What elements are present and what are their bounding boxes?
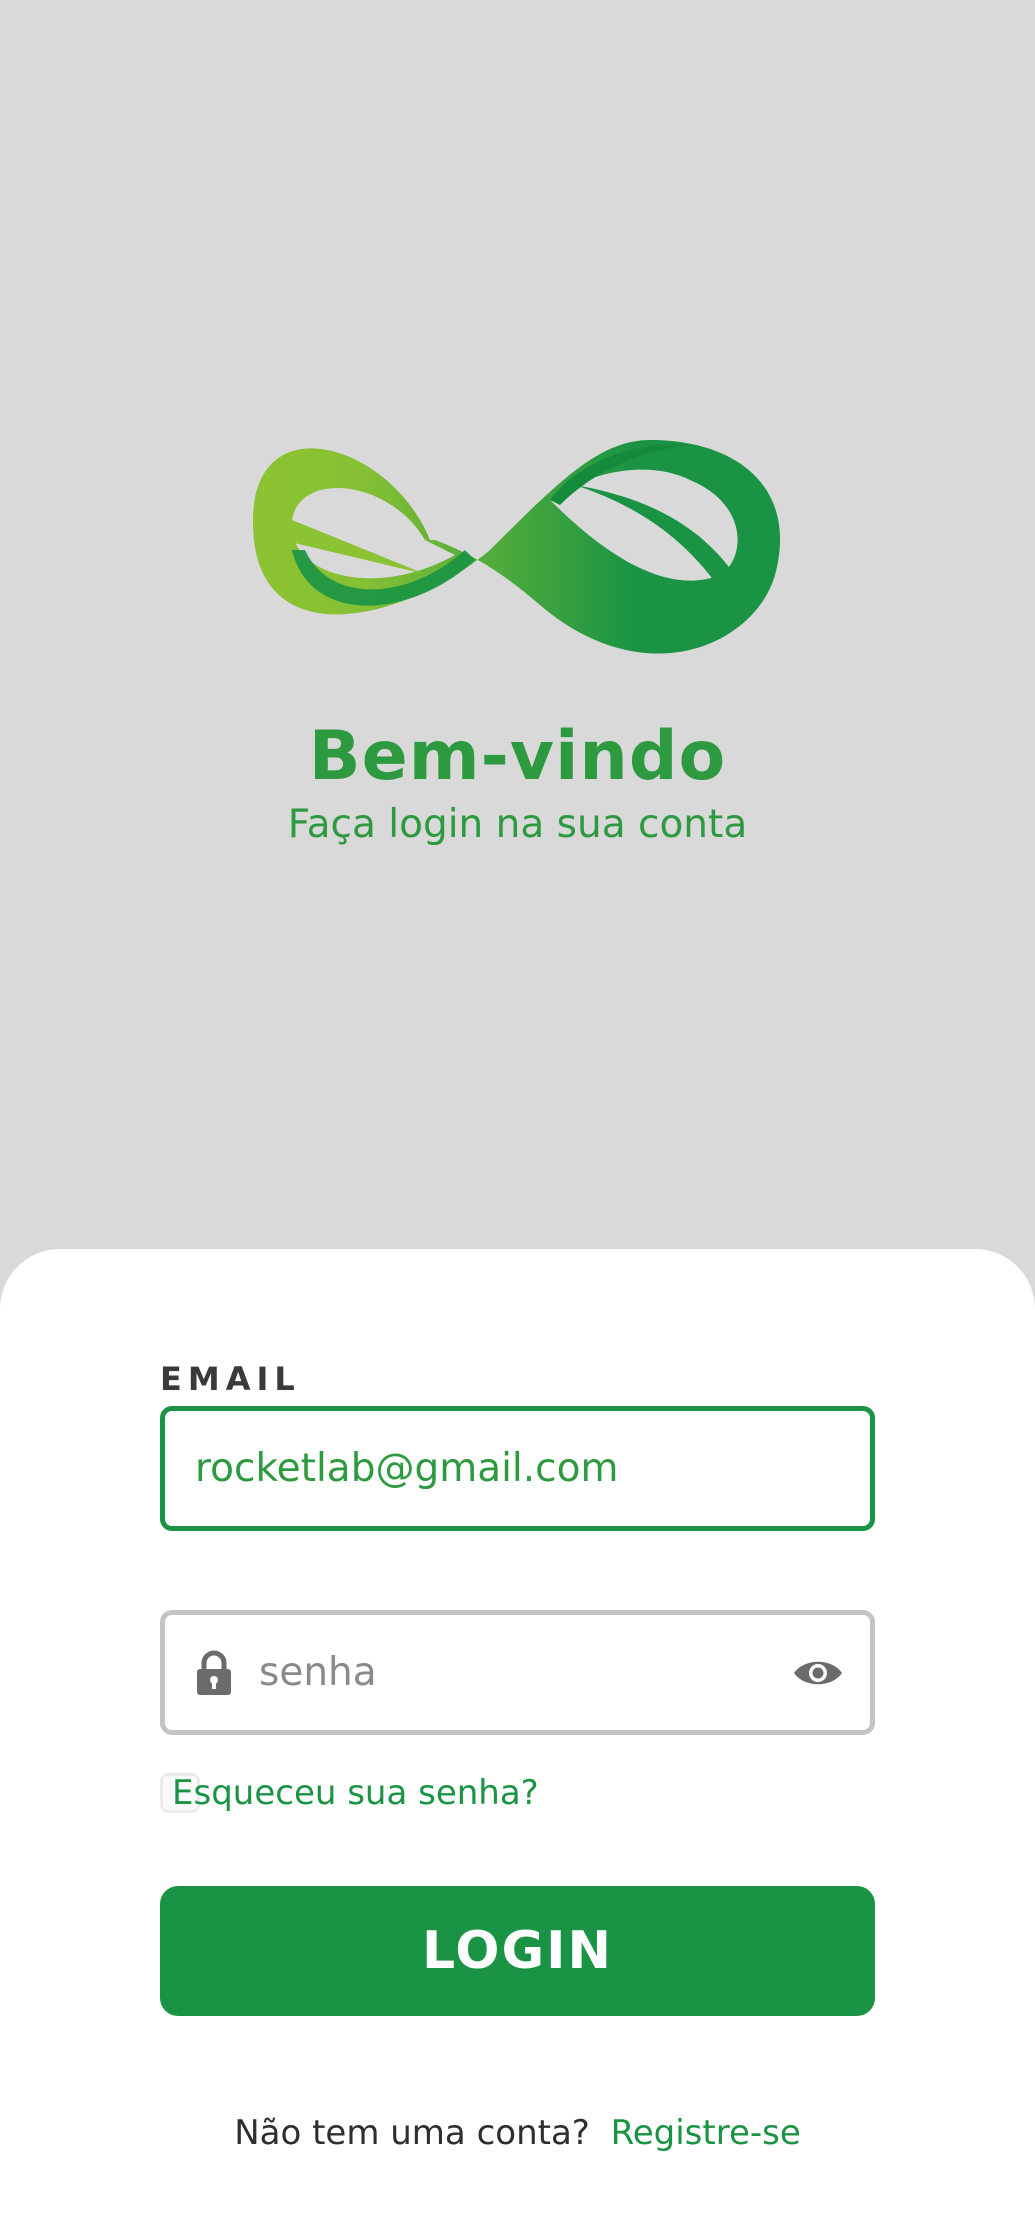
email-label: EMAIL bbox=[160, 1360, 301, 1398]
login-card: EMAIL Esquece bbox=[0, 1249, 1035, 2240]
register-link[interactable]: Registre-se bbox=[611, 2113, 801, 2153]
register-row: Não tem uma conta? Registre-se bbox=[0, 2111, 1035, 2155]
lock-icon bbox=[195, 1649, 235, 1697]
register-prompt: Não tem uma conta? bbox=[234, 2113, 590, 2153]
email-field[interactable] bbox=[160, 1406, 875, 1531]
password-field[interactable] bbox=[160, 1610, 875, 1735]
password-input[interactable] bbox=[259, 1650, 792, 1695]
forgot-password-link[interactable]: Esqueceu sua senha? bbox=[172, 1771, 539, 1815]
eye-icon[interactable] bbox=[792, 1655, 844, 1691]
email-input[interactable] bbox=[195, 1446, 835, 1491]
page-title: Bem-vindo bbox=[308, 717, 727, 796]
login-button[interactable]: LOGIN bbox=[160, 1886, 875, 2016]
login-screen: Bem-vindo Faça login na sua conta EMAIL bbox=[0, 0, 1035, 2240]
infinity-leaf-logo bbox=[252, 440, 781, 654]
page-subtitle: Faça login na sua conta bbox=[287, 802, 748, 847]
